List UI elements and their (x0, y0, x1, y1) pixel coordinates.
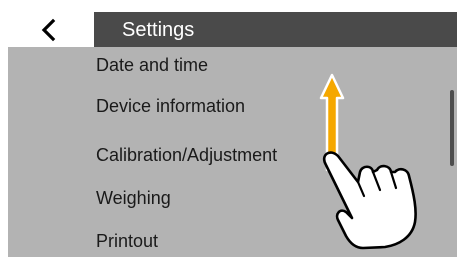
chevron-left-icon (41, 18, 56, 41)
settings-screen: Settings Date and time Device informatio… (0, 0, 457, 257)
back-button[interactable] (8, 12, 90, 47)
header-bar: Settings (0, 12, 457, 47)
list-item-printout[interactable]: Printout (96, 231, 158, 251)
title-bar: Settings (94, 12, 457, 47)
page-title: Settings (122, 19, 195, 41)
list-item-device-information[interactable]: Device information (96, 96, 245, 116)
list-item-date-and-time[interactable]: Date and time (96, 55, 208, 75)
scrollbar-thumb[interactable] (450, 90, 454, 166)
settings-list[interactable]: Date and time Device information Calibra… (8, 47, 457, 257)
list-item-weighing[interactable]: Weighing (96, 188, 171, 208)
list-item-calibration-adjustment[interactable]: Calibration/Adjustment (96, 145, 277, 165)
